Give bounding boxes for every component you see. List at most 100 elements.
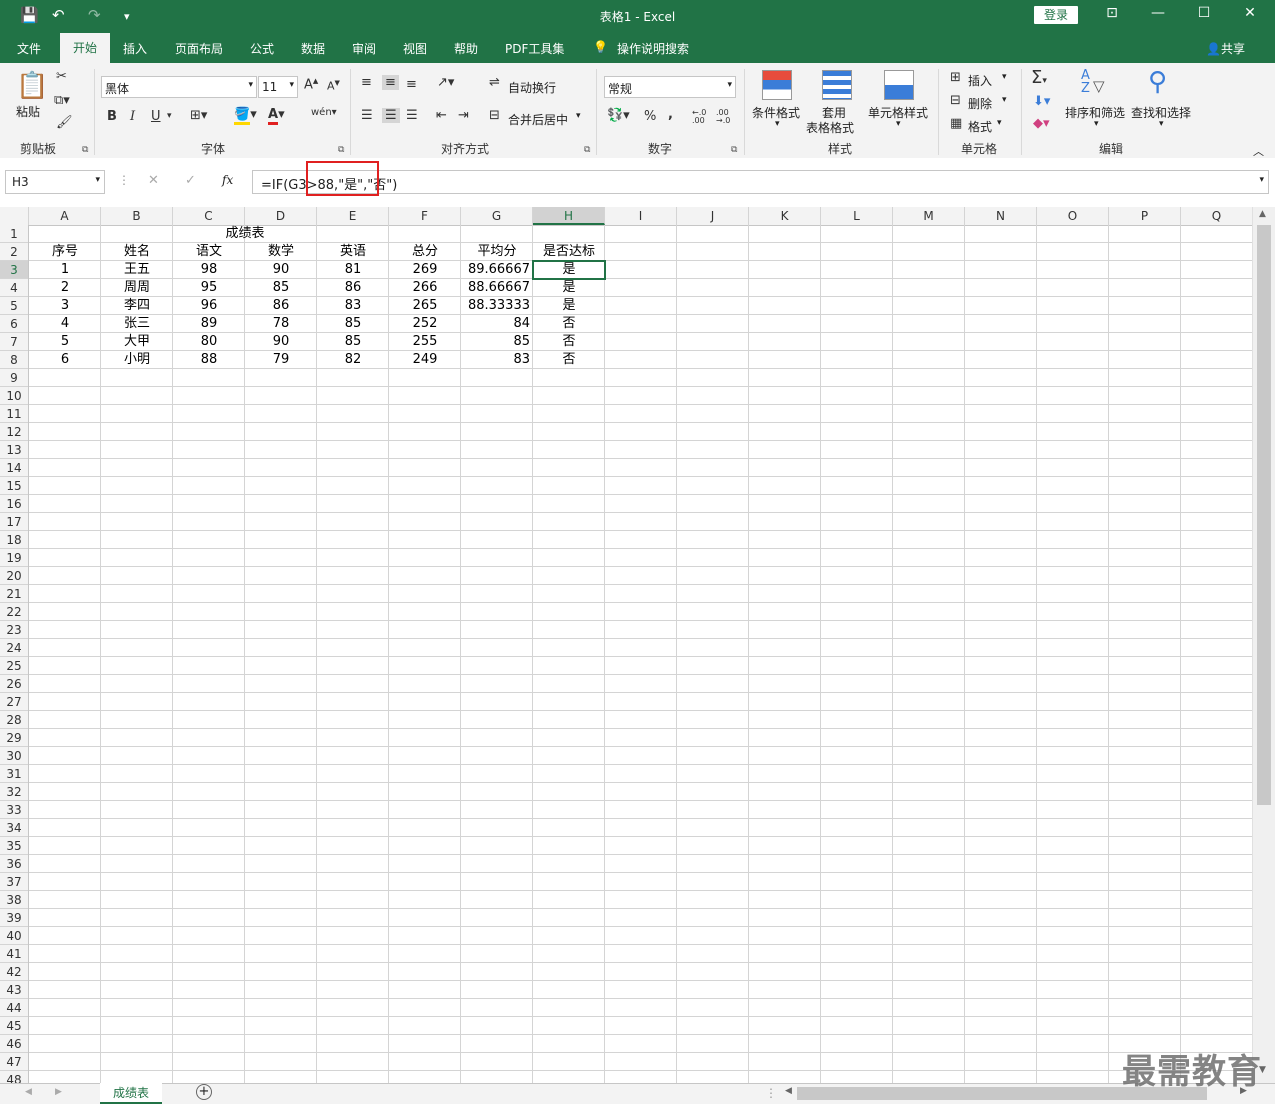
cell-c2[interactable]: 语文 — [173, 243, 245, 261]
cell-a7[interactable]: 5 — [29, 333, 101, 351]
wrap-text-button[interactable]: 自动换行 — [508, 79, 556, 96]
insert-function-icon[interactable]: fx — [222, 173, 233, 187]
cell-h2[interactable]: 是否达标 — [533, 243, 605, 261]
row-header[interactable]: 45 — [0, 1017, 28, 1035]
scroll-left-icon[interactable]: ◀ — [785, 1086, 792, 1096]
cell-e3[interactable]: 81 — [317, 261, 389, 279]
cell-g8[interactable]: 83 — [461, 351, 533, 369]
share-button[interactable]: 👤共享 — [1206, 40, 1245, 57]
phonetic-icon[interactable]: wén▾ — [311, 107, 337, 118]
cell-g7[interactable]: 85 — [461, 333, 533, 351]
number-launcher-icon[interactable]: ⧉ — [731, 145, 737, 155]
cell-d4[interactable]: 85 — [245, 279, 317, 297]
row-header[interactable]: 36 — [0, 855, 28, 873]
font-color-icon[interactable]: A▾ — [268, 107, 285, 125]
borders-icon[interactable]: ⊞▾ — [190, 108, 207, 123]
collapse-ribbon-icon[interactable]: ︿ — [1253, 143, 1264, 159]
prev-sheet-icon[interactable]: ◀ — [25, 1087, 32, 1097]
column-header-l[interactable]: L — [821, 207, 893, 225]
tab-pdf-tools[interactable]: PDF工具集 — [505, 40, 564, 57]
row-header[interactable]: 10 — [0, 387, 28, 405]
row-header[interactable]: 8 — [0, 351, 28, 369]
copy-icon[interactable]: ⧉▾ — [54, 93, 70, 108]
font-name-select[interactable]: 黑体 ▾ — [101, 76, 257, 98]
bold-button[interactable]: B — [107, 109, 117, 124]
cell-d2[interactable]: 数学 — [245, 243, 317, 261]
cell-h4[interactable]: 是 — [533, 279, 605, 297]
cell-a5[interactable]: 3 — [29, 297, 101, 315]
merge-center-icon[interactable]: ⊟ — [489, 108, 500, 123]
cell-g3[interactable]: 89.66667 — [461, 261, 533, 279]
row-header[interactable]: 31 — [0, 765, 28, 783]
row-header[interactable]: 47 — [0, 1053, 28, 1071]
chevron-down-icon[interactable]: ▾ — [1159, 119, 1164, 129]
row-header[interactable]: 16 — [0, 495, 28, 513]
percent-button[interactable]: % — [644, 109, 656, 124]
column-header-m[interactable]: M — [893, 207, 965, 225]
insert-cells-button[interactable]: 插入 — [968, 72, 992, 89]
increase-decimal-button[interactable]: ←.0 .00 — [692, 109, 714, 125]
autosum-icon[interactable]: Σ▾ — [1031, 67, 1047, 88]
row-header[interactable]: 28 — [0, 711, 28, 729]
tell-me-search[interactable]: 操作说明搜索 — [617, 40, 689, 57]
cell-c3[interactable]: 98 — [173, 261, 245, 279]
wrap-text-icon[interactable]: ⇌ — [489, 75, 500, 90]
row-header[interactable]: 37 — [0, 873, 28, 891]
row-header[interactable]: 26 — [0, 675, 28, 693]
font-size-select[interactable]: 11 ▾ — [258, 76, 298, 98]
shrink-font-icon[interactable]: A▼ — [327, 79, 340, 93]
cell-c8[interactable]: 88 — [173, 351, 245, 369]
align-middle-icon[interactable]: ≡ — [382, 75, 399, 90]
orientation-icon[interactable]: ↗▾ — [437, 75, 454, 90]
row-header[interactable]: 38 — [0, 891, 28, 909]
tab-view[interactable]: 视图 — [403, 40, 427, 57]
row-header[interactable]: 1 — [0, 225, 28, 243]
cell-f8[interactable]: 249 — [389, 351, 461, 369]
cell-b8[interactable]: 小明 — [101, 351, 173, 369]
active-cell[interactable] — [532, 260, 606, 280]
cell-b7[interactable]: 大甲 — [101, 333, 173, 351]
minimize-icon[interactable]: — — [1148, 5, 1168, 21]
cell-d5[interactable]: 86 — [245, 297, 317, 315]
tab-insert[interactable]: 插入 — [123, 40, 147, 57]
row-header[interactable]: 43 — [0, 981, 28, 999]
row-header[interactable]: 46 — [0, 1035, 28, 1053]
scroll-thumb[interactable] — [1257, 225, 1271, 805]
align-left-icon[interactable]: ☰ — [361, 108, 373, 123]
row-header[interactable]: 7 — [0, 333, 28, 351]
row-header[interactable]: 4 — [0, 279, 28, 297]
table-format-button[interactable]: 表格格式 — [806, 119, 854, 136]
align-bottom-icon[interactable]: ≡ — [406, 77, 417, 92]
confirm-edit-icon[interactable]: ✓ — [185, 173, 196, 188]
cell-f7[interactable]: 255 — [389, 333, 461, 351]
grow-font-icon[interactable]: A▲ — [304, 77, 318, 92]
underline-button[interactable]: U — [151, 109, 161, 124]
row-header[interactable]: 29 — [0, 729, 28, 747]
select-all-corner[interactable] — [0, 207, 29, 225]
chevron-down-icon[interactable]: ▾ — [167, 111, 172, 121]
chevron-down-icon[interactable]: ▾ — [896, 119, 901, 129]
row-header[interactable]: 9 — [0, 369, 28, 387]
cell-c5[interactable]: 96 — [173, 297, 245, 315]
cell-a3[interactable]: 1 — [29, 261, 101, 279]
worksheet-grid[interactable]: 成绩表 序号 姓名 语文 数学 英语 总分 平均分 是否达标 1 王五 98 90 81 269 89.66… — [29, 225, 1252, 1083]
next-sheet-icon[interactable]: ▶ — [55, 1087, 62, 1097]
row-header[interactable]: 12 — [0, 423, 28, 441]
row-header[interactable]: 41 — [0, 945, 28, 963]
tab-formulas[interactable]: 公式 — [250, 40, 274, 57]
column-header-f[interactable]: F — [389, 207, 461, 225]
row-header[interactable]: 20 — [0, 567, 28, 585]
format-cells-button[interactable]: 格式 — [968, 118, 992, 135]
cell-h6[interactable]: 否 — [533, 315, 605, 333]
formula-input[interactable]: =IF(G3>88,"是","否") ▾ — [252, 170, 1269, 194]
cell-e5[interactable]: 83 — [317, 297, 389, 315]
accounting-format-icon[interactable]: 💱▾ — [607, 108, 630, 123]
chevron-down-icon[interactable]: ▾ — [1002, 72, 1007, 82]
cell-d7[interactable]: 90 — [245, 333, 317, 351]
font-launcher-icon[interactable]: ⧉ — [338, 145, 344, 155]
cell-b6[interactable]: 张三 — [101, 315, 173, 333]
tab-page-layout[interactable]: 页面布局 — [175, 40, 223, 57]
decrease-indent-icon[interactable]: ⇤ — [436, 108, 447, 123]
chevron-down-icon[interactable]: ▾ — [1002, 95, 1007, 105]
alignment-launcher-icon[interactable]: ⧉ — [584, 145, 590, 155]
